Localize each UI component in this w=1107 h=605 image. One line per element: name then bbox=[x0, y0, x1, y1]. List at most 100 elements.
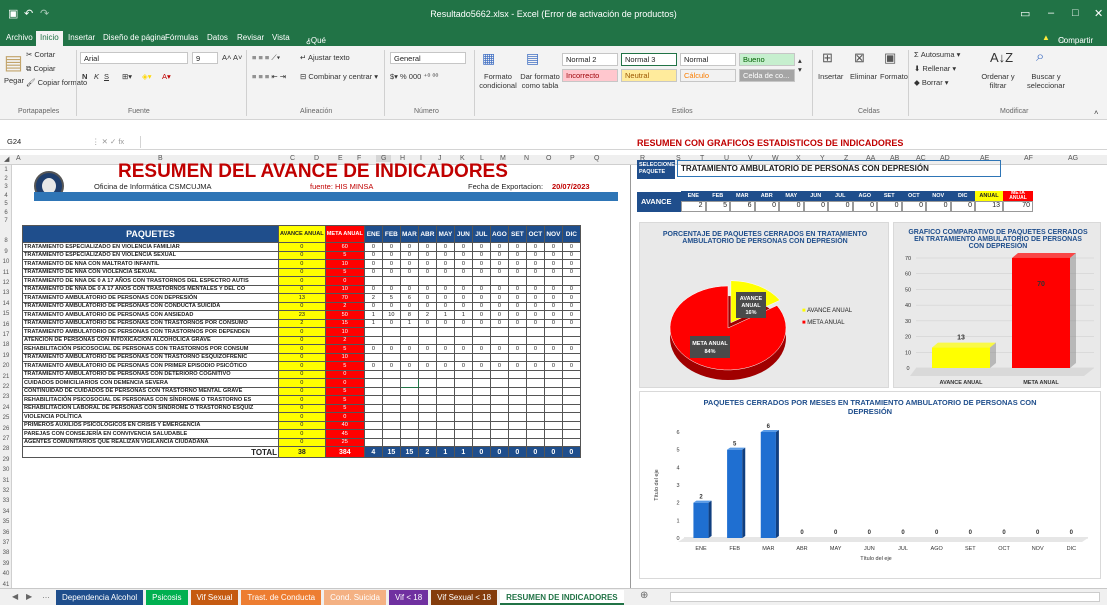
format-cells-button[interactable]: Formato bbox=[880, 72, 908, 81]
avance-cell[interactable]: 0 bbox=[278, 412, 326, 422]
month-cell[interactable]: 0 bbox=[381, 259, 401, 269]
month-cell[interactable] bbox=[381, 412, 401, 422]
row-number[interactable]: 21 bbox=[0, 374, 12, 380]
month-cell[interactable]: 0 bbox=[561, 284, 581, 294]
more-sheets-icon[interactable]: … bbox=[42, 591, 50, 600]
month-cell[interactable]: 0 bbox=[399, 344, 419, 354]
row-number[interactable]: 9 bbox=[0, 249, 12, 255]
month-cell[interactable] bbox=[561, 420, 581, 430]
package-name[interactable]: TRATAMIENTO ESPECIALIZADO EN VIOLENCIA F… bbox=[22, 242, 279, 252]
month-cell[interactable] bbox=[525, 369, 545, 379]
avance-cell[interactable]: 0 bbox=[278, 352, 326, 362]
month-cell[interactable] bbox=[507, 412, 527, 422]
style-normal[interactable]: Normal bbox=[680, 53, 736, 66]
month-cell[interactable] bbox=[489, 395, 509, 405]
month-cell[interactable] bbox=[435, 352, 455, 362]
package-name[interactable]: REHABILITACIÓN PSICOSOCIAL DE PERSONAS C… bbox=[22, 395, 279, 405]
paste-icon[interactable]: ▤ bbox=[4, 50, 23, 75]
find-icon[interactable]: ⌕ bbox=[1036, 48, 1044, 65]
total-month[interactable]: 1 bbox=[435, 446, 455, 458]
month-cell[interactable] bbox=[417, 420, 437, 430]
month-cell[interactable] bbox=[561, 429, 581, 439]
month-cell[interactable]: 0 bbox=[543, 344, 563, 354]
month-cell[interactable] bbox=[561, 352, 581, 362]
month-cell[interactable] bbox=[471, 352, 491, 362]
anual-value[interactable]: 13 bbox=[975, 201, 1003, 212]
month-cell[interactable]: 1 bbox=[363, 318, 383, 328]
month-cell[interactable]: 0 bbox=[453, 318, 473, 328]
month-cell[interactable]: 0 bbox=[507, 267, 527, 277]
style-bad[interactable]: Incorrecto bbox=[562, 69, 618, 82]
total-month[interactable]: 0 bbox=[471, 446, 491, 458]
month-cell[interactable]: 0 bbox=[417, 301, 437, 311]
month-cell[interactable] bbox=[363, 437, 383, 447]
row-number[interactable]: 14 bbox=[0, 301, 12, 307]
insert-cells-button[interactable]: Insertar bbox=[818, 72, 843, 81]
month-cell[interactable]: 0 bbox=[489, 310, 509, 320]
month-cell[interactable] bbox=[489, 412, 509, 422]
month-cell[interactable] bbox=[489, 437, 509, 447]
row-number[interactable]: 1 bbox=[0, 167, 12, 173]
month-cell[interactable] bbox=[507, 395, 527, 405]
month-cell[interactable] bbox=[525, 352, 545, 362]
meta-cell[interactable]: 5 bbox=[324, 403, 365, 413]
month-cell[interactable]: 1 bbox=[363, 310, 383, 320]
month-cell[interactable]: 0 bbox=[471, 242, 491, 252]
month-cell[interactable] bbox=[399, 395, 419, 405]
tab-vista[interactable]: Vista bbox=[272, 33, 290, 42]
month-cell[interactable]: 0 bbox=[507, 344, 527, 354]
month-cell[interactable]: 0 bbox=[453, 344, 473, 354]
month-cell[interactable] bbox=[453, 369, 473, 379]
month-cell[interactable] bbox=[363, 420, 383, 430]
row-number[interactable]: 30 bbox=[0, 467, 12, 473]
month-cell[interactable]: 0 bbox=[453, 293, 473, 303]
row-number[interactable]: 28 bbox=[0, 446, 12, 452]
copy-button[interactable]: ⧉ Copiar bbox=[26, 64, 56, 74]
merge-center-button[interactable]: ⊟ Combinar y centrar ▾ bbox=[300, 72, 378, 81]
underline-button[interactable]: S bbox=[104, 72, 109, 81]
avance-cell[interactable]: 0 bbox=[278, 301, 326, 311]
month-cell[interactable] bbox=[561, 395, 581, 405]
month-cell[interactable]: 0 bbox=[399, 361, 419, 371]
sheet-tab[interactable]: Vif < 18 bbox=[388, 590, 429, 605]
avance-cell[interactable]: 0 bbox=[278, 378, 326, 388]
row-number[interactable]: 26 bbox=[0, 426, 12, 432]
avance-cell[interactable]: 0 bbox=[278, 344, 326, 354]
month-cell[interactable]: 0 bbox=[525, 301, 545, 311]
month-cell[interactable] bbox=[507, 429, 527, 439]
month-cell[interactable]: 0 bbox=[525, 250, 545, 260]
total-month[interactable]: 0 bbox=[489, 446, 509, 458]
month-cell[interactable]: 5 bbox=[381, 293, 401, 303]
conditional-format-icon[interactable]: ▦ bbox=[482, 50, 495, 67]
next-sheet-icon[interactable]: ▶ bbox=[26, 592, 32, 601]
month-cell[interactable] bbox=[543, 412, 563, 422]
month-cell[interactable]: 0 bbox=[525, 318, 545, 328]
month-cell[interactable]: 0 bbox=[489, 361, 509, 371]
style-normal2[interactable]: Normal 2 bbox=[562, 53, 618, 66]
tab-revisar[interactable]: Revisar bbox=[237, 33, 264, 42]
row-number[interactable]: 23 bbox=[0, 394, 12, 400]
month-cell[interactable]: 0 bbox=[363, 344, 383, 354]
col-ag[interactable]: AG bbox=[1068, 155, 1078, 162]
month-cell[interactable] bbox=[453, 437, 473, 447]
meta-cell[interactable]: 45 bbox=[324, 429, 365, 439]
month-cell[interactable] bbox=[543, 420, 563, 430]
month-cell[interactable] bbox=[507, 403, 527, 413]
tab-diseno[interactable]: Diseño de página bbox=[103, 33, 165, 42]
month-cell[interactable]: 0 bbox=[435, 242, 455, 252]
month-cell[interactable] bbox=[525, 403, 545, 413]
month-cell[interactable] bbox=[399, 412, 419, 422]
package-name[interactable]: REHABILITACIÓN LABORAL DE PERSONAS CON S… bbox=[22, 403, 279, 413]
month-cell[interactable] bbox=[417, 327, 437, 337]
font-color-icon[interactable]: A▾ bbox=[162, 72, 171, 81]
month-cell[interactable] bbox=[381, 429, 401, 439]
month-cell[interactable] bbox=[435, 437, 455, 447]
meta-cell[interactable]: 5 bbox=[324, 395, 365, 405]
row-number[interactable]: 11 bbox=[0, 270, 12, 276]
month-cell[interactable] bbox=[381, 335, 401, 345]
meta-cell[interactable]: 70 bbox=[324, 293, 365, 303]
month-cell[interactable] bbox=[471, 412, 491, 422]
avance-month-value[interactable]: 0 bbox=[901, 201, 926, 212]
month-cell[interactable]: 0 bbox=[453, 284, 473, 294]
month-cell[interactable]: 0 bbox=[381, 250, 401, 260]
